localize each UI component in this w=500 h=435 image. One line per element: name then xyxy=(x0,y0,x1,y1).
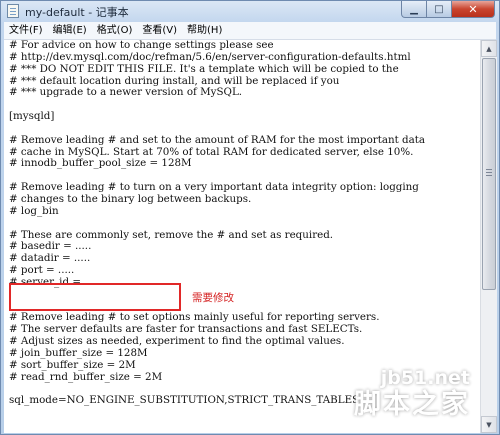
notepad-app-icon xyxy=(7,4,19,18)
menu-view[interactable]: 查看(V) xyxy=(137,22,182,39)
close-button[interactable]: ✕ xyxy=(452,1,495,18)
menu-file[interactable]: 文件(F) xyxy=(4,22,48,39)
watermark-name: 脚本之家 xyxy=(354,389,470,420)
maximize-button[interactable]: □ xyxy=(427,1,452,18)
maximize-icon: □ xyxy=(434,3,444,15)
menu-format[interactable]: 格式(O) xyxy=(92,22,138,39)
window-title: my-default - 记事本 xyxy=(25,6,129,19)
arrow-down-icon: ▼ xyxy=(486,420,492,429)
scroll-up-button[interactable]: ▲ xyxy=(481,40,497,57)
annotation-label: 需要修改 xyxy=(192,292,234,304)
text-line xyxy=(9,99,425,111)
minimize-button[interactable]: ▁ xyxy=(401,1,427,18)
text-line xyxy=(9,218,425,230)
text-line: # *** upgrade to a newer version of MySQ… xyxy=(9,86,243,99)
text-line: # Remove leading # and set to the amount… xyxy=(9,133,426,146)
text-line: # *** DO NOT EDIT THIS FILE. It's a temp… xyxy=(9,62,399,75)
menu-bar: 文件(F) 编辑(E) 格式(O) 查看(V) 帮助(H) xyxy=(4,22,496,40)
menu-edit[interactable]: 编辑(E) xyxy=(48,22,92,39)
file-content: # For advice on how to change settings p… xyxy=(9,40,425,407)
text-line: # innodb_buffer_pool_size = 128M xyxy=(9,157,192,170)
menu-help[interactable]: 帮助(H) xyxy=(182,22,227,39)
text-line: # join_buffer_size = 128M xyxy=(9,346,148,359)
text-line: [mysqld] xyxy=(9,110,55,123)
title-bar[interactable]: my-default - 记事本 ▁ □ ✕ xyxy=(1,1,499,21)
scrollbar-thumb[interactable] xyxy=(482,58,496,290)
highlight-box xyxy=(9,283,181,311)
close-icon: ✕ xyxy=(468,2,478,16)
grip-icon xyxy=(486,169,492,170)
watermark: jb51.net 脚本之家 xyxy=(354,367,470,421)
minimize-icon: ▁ xyxy=(410,3,418,15)
text-line xyxy=(9,123,425,135)
notepad-window: my-default - 记事本 ▁ □ ✕ 文件(F) 编辑(E) 格式(O)… xyxy=(0,0,500,435)
scroll-down-button[interactable]: ▼ xyxy=(481,416,497,433)
text-line: # changes to the binary log between back… xyxy=(9,192,252,205)
text-line: # http://dev.mysql.com/doc/refman/5.6/en… xyxy=(9,50,411,63)
watermark-site: jb51.net xyxy=(380,367,470,389)
caption-buttons: ▁ □ ✕ xyxy=(401,1,495,19)
text-line: # log_bin xyxy=(9,204,59,217)
arrow-up-icon: ▲ xyxy=(486,44,492,53)
text-editor-area[interactable]: # For advice on how to change settings p… xyxy=(4,40,480,433)
vertical-scrollbar[interactable]: ▲ ▼ xyxy=(480,40,497,433)
